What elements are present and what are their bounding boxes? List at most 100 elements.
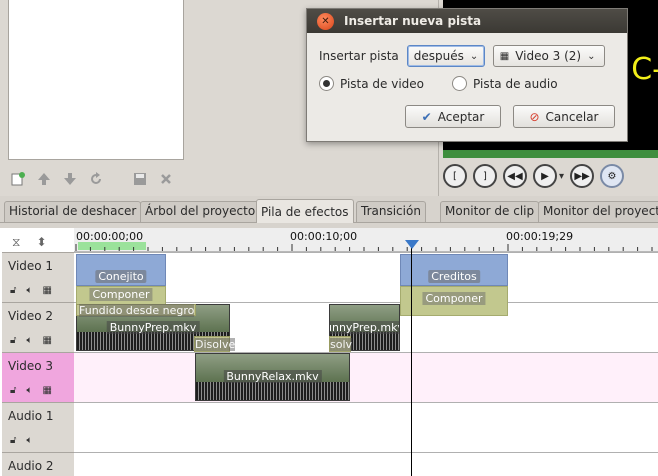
set-zone-end-icon[interactable]: ] [473, 164, 497, 188]
effects-list[interactable] [8, 0, 184, 160]
video-track-radio[interactable]: Pista de video [319, 76, 424, 91]
dissolve-transition[interactable]: Disolve [194, 336, 236, 352]
clip-label: BunnyRelax.mkv [223, 370, 322, 383]
ruler-timecode: 00:00:10;00 [290, 230, 358, 243]
track-name: Audio 2 [8, 459, 54, 473]
track-select[interactable]: ▦ Video 3 (2) ⌄ [492, 45, 605, 67]
playhead-line [411, 240, 412, 476]
track-name: Video 2 [8, 309, 54, 323]
timeline: ⧖ ⬍ Video 1 🔓︎ 🔈︎ ▦ Video 2 🔓︎ 🔈︎ ▦ Vide… [0, 228, 658, 476]
move-up-icon[interactable] [34, 169, 54, 189]
composite-transition[interactable]: Componer [76, 286, 166, 306]
chevron-down-icon: ⌄ [587, 50, 596, 62]
hide-video-icon[interactable]: ▦ [42, 385, 51, 396]
dissolve-transition[interactable]: solv [329, 336, 353, 352]
chevron-down-icon: ⌄ [469, 50, 479, 62]
track-controls: 🔓︎ 🔈︎ ▦ [10, 335, 52, 346]
video-radio-dot[interactable] [319, 76, 334, 91]
monitor-controls: [ ] ◀◀ ▶ ▾ ▶▶ ⚙ [443, 160, 625, 192]
lock-icon[interactable]: 🔓︎ [10, 285, 16, 296]
ruler-ticks [75, 244, 653, 251]
clip-label: unnyPrep.mkv [330, 321, 399, 334]
move-down-icon[interactable] [60, 169, 80, 189]
film-track-icon: ▦ [499, 50, 510, 62]
insert-label: Insertar pista [319, 49, 399, 63]
mute-audio-icon[interactable]: 🔈︎ [26, 385, 32, 396]
close-icon[interactable]: ✕ [317, 12, 334, 30]
delete-icon[interactable] [156, 169, 176, 189]
track-lane-video-3[interactable] [74, 352, 658, 402]
monitor-zone-bar[interactable] [443, 150, 658, 158]
tab-transition[interactable]: Transición [356, 201, 426, 222]
timeline-ruler[interactable]: 00:00:00;00 00:00:10;00 00:00:19;29 [74, 228, 658, 252]
insert-row: Insertar pista después ⌄ ▦ Video 3 (2) ⌄ [319, 45, 605, 67]
effects-toolbar [8, 168, 176, 190]
track-name: Video 3 [8, 359, 54, 373]
tab-project-monitor[interactable]: Monitor del proyecto [538, 201, 658, 222]
rewind-icon[interactable]: ◀◀ [503, 164, 527, 188]
playhead-handle[interactable] [405, 240, 419, 249]
audio-radio-dot[interactable] [452, 76, 468, 91]
cancel-circle-icon: ⊘ [529, 109, 540, 124]
track-select-value: Video 3 (2) [515, 49, 582, 63]
expand-tracks-icon[interactable]: ⬍ [36, 235, 46, 249]
accept-label: Aceptar [437, 109, 485, 124]
clip-bunnyrelax[interactable]: BunnyRelax.mkv [195, 353, 350, 401]
track-header-audio-1[interactable]: Audio 1 🔓︎ 🔈︎ [2, 402, 74, 452]
audio-radio-label: Pista de audio [473, 76, 558, 91]
track-type-row: Pista de video Pista de audio [319, 76, 558, 91]
position-select[interactable]: después ⌄ [406, 45, 485, 67]
lock-icon[interactable]: 🔓︎ [10, 435, 16, 446]
set-zone-start-icon[interactable]: [ [443, 164, 467, 188]
add-effect-icon[interactable] [8, 169, 28, 189]
tab-clip-monitor[interactable]: Monitor de clip [440, 201, 540, 222]
tab-undo-history[interactable]: Historial de deshacer [4, 201, 142, 222]
track-header-video-1[interactable]: Video 1 🔓︎ 🔈︎ ▦ [2, 252, 74, 302]
insert-track-dialog: ✕ Insertar nueva pista Insertar pista de… [306, 8, 628, 142]
cancel-button[interactable]: ⊘ Cancelar [513, 105, 615, 128]
tab-effect-stack[interactable]: Pila de efectos [256, 199, 354, 223]
track-header-audio-2[interactable]: Audio 2 [2, 452, 74, 476]
ruler-timecode: 00:00:00;00 [76, 230, 144, 243]
hide-video-icon[interactable]: ▦ [42, 285, 51, 296]
track-lane-audio-1[interactable] [74, 402, 658, 452]
play-menu-chevron-icon[interactable]: ▾ [559, 171, 564, 182]
clip-label: Creditos [428, 270, 480, 283]
fade-from-black-effect[interactable]: Fundido desde negro [76, 304, 196, 317]
track-controls: 🔓︎ 🔈︎ ▦ [10, 385, 52, 396]
video-radio-label: Pista de video [340, 76, 425, 91]
audio-track-radio[interactable]: Pista de audio [452, 76, 558, 91]
reset-icon[interactable] [86, 169, 106, 189]
effect-label: Fundido desde negro [79, 304, 195, 317]
mute-audio-icon[interactable]: 🔈︎ [26, 335, 32, 346]
track-header-toolbar: ⧖ ⬍ [2, 232, 74, 252]
mute-audio-icon[interactable]: 🔈︎ [26, 435, 32, 446]
track-name: Video 1 [8, 259, 54, 273]
forward-icon[interactable]: ▶▶ [570, 164, 595, 188]
collapse-tracks-icon[interactable]: ⧖ [12, 235, 20, 250]
save-icon[interactable] [130, 169, 150, 189]
track-header-video-2[interactable]: Video 2 🔓︎ 🔈︎ ▦ [2, 302, 74, 352]
clip-label: Conejito [95, 270, 147, 283]
lock-icon[interactable]: 🔓︎ [10, 385, 16, 396]
transition-label: Disolve [195, 338, 236, 351]
hide-video-icon[interactable]: ▦ [42, 335, 51, 346]
transition-label: solv [330, 338, 353, 351]
track-lane-audio-2[interactable] [74, 452, 658, 476]
lock-icon[interactable]: 🔓︎ [10, 335, 16, 346]
accept-button[interactable]: ✔ Aceptar [405, 105, 501, 128]
composite-label: Componer [422, 292, 486, 305]
tab-project-tree[interactable]: Árbol del proyecto [140, 201, 261, 222]
mute-audio-icon[interactable]: 🔈︎ [26, 285, 32, 296]
composite-transition[interactable]: Componer [400, 286, 508, 316]
composite-label: Componer [89, 288, 153, 301]
dock-tabbar: Historial de deshacer Árbol del proyecto… [0, 199, 658, 223]
position-select-value: después [413, 49, 464, 63]
clip-label: BunnyPrep.mkv [106, 321, 200, 334]
clip-conejito[interactable]: Conejito [76, 254, 166, 286]
track-header-video-3[interactable]: Video 3 🔓︎ 🔈︎ ▦ [2, 352, 74, 402]
track-name: Audio 1 [8, 409, 54, 423]
clip-creditos[interactable]: Creditos [400, 254, 508, 286]
play-icon[interactable]: ▶ [533, 164, 557, 188]
settings-gear-icon[interactable]: ⚙ [600, 164, 625, 188]
